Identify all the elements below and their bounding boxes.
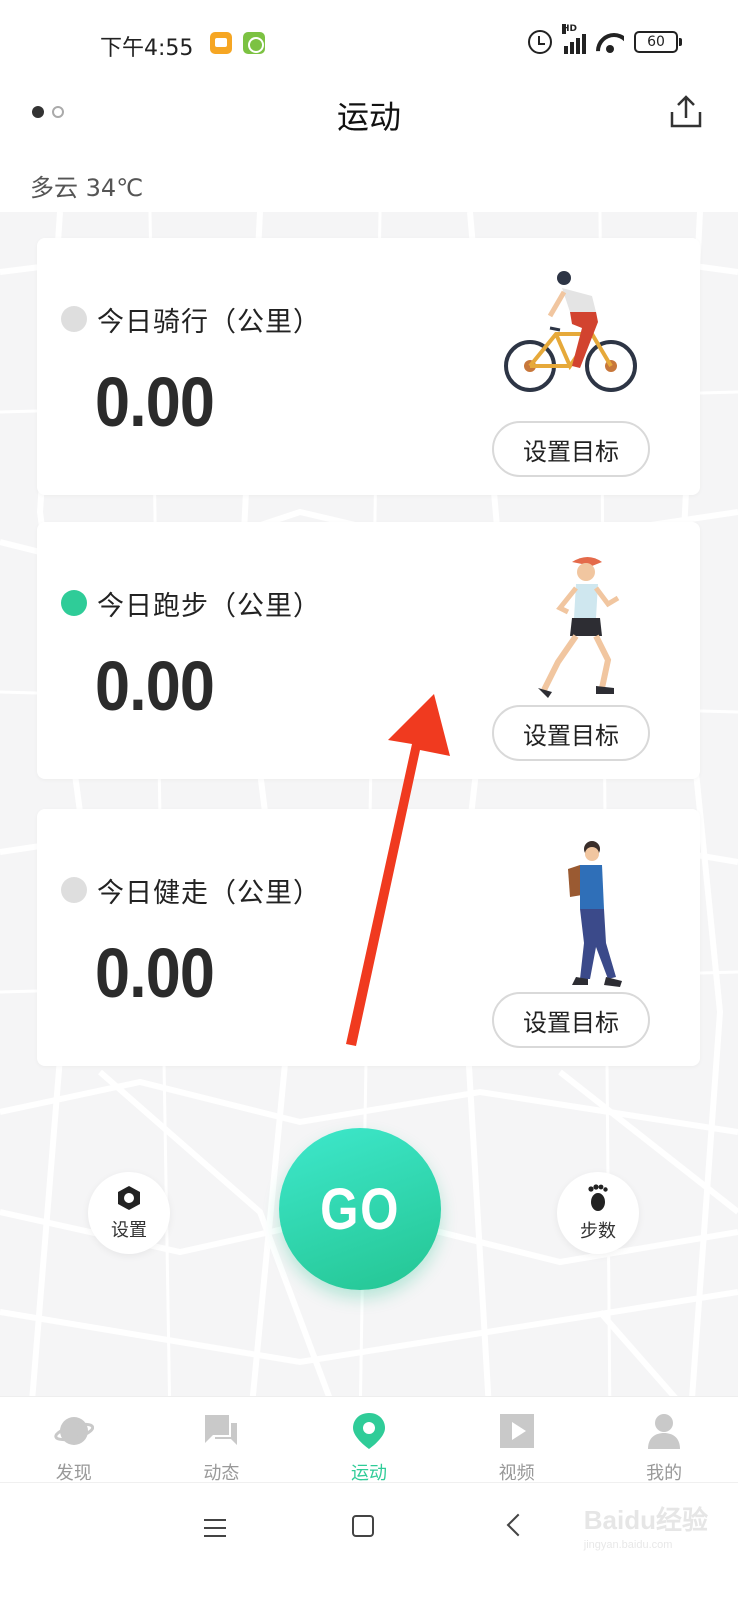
chat-icon <box>201 1411 241 1451</box>
page-title: 运动 <box>336 98 401 136</box>
battery-icon: 60 <box>634 31 682 53</box>
tab-video[interactable]: 视频 <box>443 1397 591 1484</box>
runner-illustration <box>538 557 620 698</box>
running-status-dot <box>61 590 87 616</box>
walker-illustration <box>568 841 622 987</box>
hexagon-settings-icon <box>118 1186 140 1210</box>
share-button[interactable] <box>668 94 704 130</box>
steps-label: 步数 <box>580 1221 616 1242</box>
signal-icon: HD <box>562 24 586 54</box>
wifi-icon <box>596 31 624 53</box>
watermark-text: Baidu经验 <box>583 1505 708 1535</box>
footprint-icon <box>588 1184 608 1211</box>
tab-sport[interactable]: 运动 <box>295 1397 443 1484</box>
walking-distance-value: 0.00 <box>95 934 215 1012</box>
running-card[interactable]: 今日跑步（公里） 0.00 设置目标 <box>37 522 700 779</box>
home-icon[interactable] <box>352 1515 374 1537</box>
planet-icon <box>54 1411 94 1451</box>
tab-feed[interactable]: 动态 <box>148 1397 296 1484</box>
app-notification-icon <box>243 32 265 54</box>
cycling-set-goal-button[interactable]: 设置目标 <box>492 421 650 477</box>
go-label: GO <box>319 1176 401 1242</box>
running-label: 今日跑步（公里） <box>97 591 321 622</box>
running-distance-value: 0.00 <box>95 647 215 725</box>
bottom-tab-bar: 发现 动态 运动 视频 我的 <box>0 1396 738 1484</box>
cycling-card[interactable]: 今日骑行（公里） 0.00 设置目标 <box>37 238 700 495</box>
recents-icon[interactable] <box>204 1519 226 1543</box>
tab-profile[interactable]: 我的 <box>590 1397 738 1484</box>
walking-set-goal-button[interactable]: 设置目标 <box>492 992 650 1048</box>
location-pin-icon <box>349 1411 389 1451</box>
running-set-goal-button[interactable]: 设置目标 <box>492 705 650 761</box>
steps-button[interactable]: 步数 <box>557 1172 639 1254</box>
status-icons: HD 60 <box>528 24 682 54</box>
back-icon[interactable] <box>506 1513 530 1537</box>
walking-status-dot <box>61 877 87 903</box>
settings-label: 设置 <box>111 1220 147 1241</box>
status-time: 下午4:55 <box>100 36 194 61</box>
tab-discover[interactable]: 发现 <box>0 1397 148 1484</box>
walking-card[interactable]: 今日健走（公里） 0.00 设置目标 <box>37 809 700 1066</box>
alarm-icon <box>528 30 552 54</box>
cycling-label: 今日骑行（公里） <box>97 307 321 338</box>
person-icon <box>644 1411 684 1451</box>
watermark: Baidu经验 jingyan.baidu.com <box>584 1500 708 1551</box>
weather-text: 多云 34℃ <box>30 174 144 202</box>
cycling-distance-value: 0.00 <box>95 363 215 441</box>
watermark-subtext: jingyan.baidu.com <box>583 1539 673 1551</box>
message-app-icon <box>210 32 232 54</box>
hd-label: HD <box>562 24 578 34</box>
go-button[interactable]: GO <box>279 1128 441 1290</box>
status-bar: 下午4:55 HD 60 <box>0 0 738 86</box>
settings-button[interactable]: 设置 <box>88 1172 170 1254</box>
cycling-status-dot <box>61 306 87 332</box>
walking-label: 今日健走（公里） <box>97 878 321 909</box>
play-icon <box>497 1411 537 1451</box>
cyclist-illustration <box>504 271 637 392</box>
share-icon <box>670 95 702 128</box>
